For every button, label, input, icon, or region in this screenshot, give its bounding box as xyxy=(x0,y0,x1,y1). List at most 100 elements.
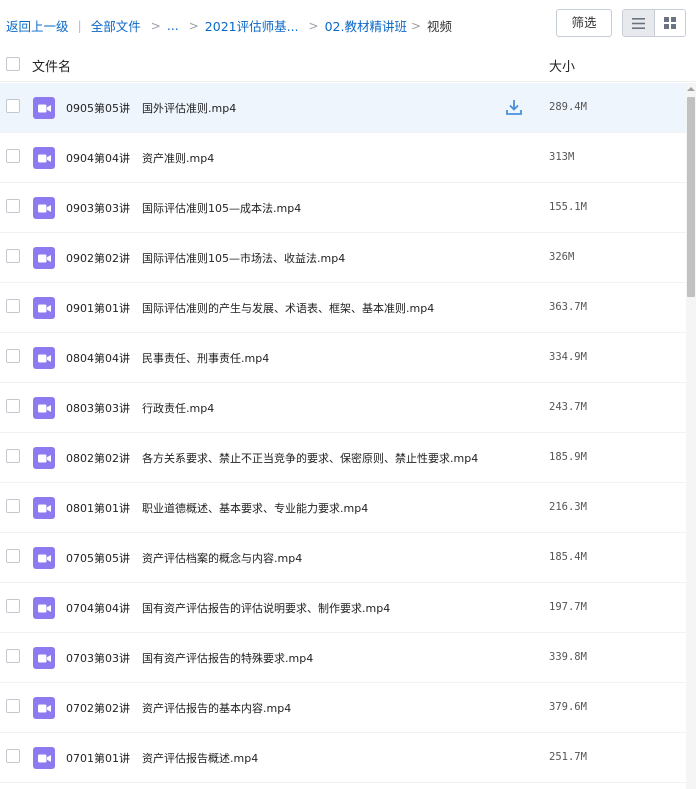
video-file-icon xyxy=(33,347,55,369)
file-lesson-number: 0901第01讲 xyxy=(66,302,130,315)
file-name[interactable]: 0701第01讲 资产评估报告概述.mp4 xyxy=(66,750,258,766)
video-file-icon xyxy=(33,247,55,269)
file-row[interactable]: 0701第01讲 资产评估报告概述.mp4 251.7M xyxy=(0,733,686,783)
file-title: 民事责任、刑事责任.mp4 xyxy=(142,352,270,365)
file-name[interactable]: 0901第01讲 国际评估准则的产生与发展、术语表、框架、基本准则.mp4 xyxy=(66,300,434,316)
row-checkbox[interactable] xyxy=(6,599,20,613)
scrollbar-thumb[interactable] xyxy=(687,97,695,297)
breadcrumb-ellipsis[interactable]: ... xyxy=(167,18,179,33)
row-checkbox[interactable] xyxy=(6,299,20,313)
video-file-icon xyxy=(33,547,55,569)
all-files-link[interactable]: 全部文件 xyxy=(91,16,141,35)
row-checkbox[interactable] xyxy=(6,749,20,763)
file-lesson-number: 0804第04讲 xyxy=(66,352,130,365)
file-title: 国际评估准则105—市场法、收益法.mp4 xyxy=(142,252,346,265)
row-checkbox[interactable] xyxy=(6,449,20,463)
file-row[interactable]: 0801第01讲 职业道德概述、基本要求、专业能力要求.mp4 216.3M xyxy=(0,483,686,533)
file-name[interactable]: 0803第03讲 行政责任.mp4 xyxy=(66,400,214,416)
row-checkbox[interactable] xyxy=(6,349,20,363)
file-lesson-number: 0702第02讲 xyxy=(66,702,130,715)
row-checkbox[interactable] xyxy=(6,549,20,563)
filter-button[interactable]: 筛选 xyxy=(556,9,612,37)
video-file-icon xyxy=(33,297,55,319)
chevron-right-icon: > xyxy=(188,18,199,33)
file-size: 185.4M xyxy=(549,551,587,563)
file-row[interactable]: 0804第04讲 民事责任、刑事责任.mp4 334.9M xyxy=(0,333,686,383)
video-file-icon xyxy=(33,147,55,169)
breadcrumb-folder-level2[interactable]: 02.教材精讲班 xyxy=(325,16,407,35)
file-row[interactable]: 0704第04讲 国有资产评估报告的评估说明要求、制作要求.mp4 197.7M xyxy=(0,583,686,633)
list-view-icon xyxy=(631,17,645,29)
file-title: 国有资产评估报告的评估说明要求、制作要求.mp4 xyxy=(142,602,391,615)
file-row[interactable]: 0705第05讲 资产评估档案的概念与内容.mp4 185.4M xyxy=(0,533,686,583)
file-title: 各方关系要求、禁止不正当竞争的要求、保密原则、禁止性要求.mp4 xyxy=(142,452,479,465)
file-title: 资产评估报告概述.mp4 xyxy=(142,752,259,765)
file-name[interactable]: 0702第02讲 资产评估报告的基本内容.mp4 xyxy=(66,700,291,716)
file-title: 资产准则.mp4 xyxy=(142,152,215,165)
file-name[interactable]: 0705第05讲 资产评估档案的概念与内容.mp4 xyxy=(66,550,302,566)
file-name[interactable]: 0704第04讲 国有资产评估报告的评估说明要求、制作要求.mp4 xyxy=(66,600,390,616)
file-row[interactable]: 0905第05讲 国外评估准则.mp4 289.4M xyxy=(0,83,686,133)
file-title: 国外评估准则.mp4 xyxy=(142,102,237,115)
breadcrumb-folder-level1[interactable]: 2021评估师基... xyxy=(205,16,299,35)
file-name[interactable]: 0904第04讲 资产准则.mp4 xyxy=(66,150,214,166)
row-checkbox[interactable] xyxy=(6,249,20,263)
file-row[interactable]: 0903第03讲 国际评估准则105—成本法.mp4 155.1M xyxy=(0,183,686,233)
row-checkbox[interactable] xyxy=(6,399,20,413)
file-size: 339.8M xyxy=(549,651,587,663)
select-all-checkbox[interactable] xyxy=(6,57,20,71)
file-title: 行政责任.mp4 xyxy=(142,402,215,415)
file-size: 197.7M xyxy=(549,601,587,613)
file-name[interactable]: 0902第02讲 国际评估准则105—市场法、收益法.mp4 xyxy=(66,250,345,266)
file-row[interactable]: 0703第03讲 国有资产评估报告的特殊要求.mp4 339.8M xyxy=(0,633,686,683)
file-name[interactable]: 0905第05讲 国外评估准则.mp4 xyxy=(66,100,236,116)
file-title: 国际评估准则105—成本法.mp4 xyxy=(142,202,302,215)
file-lesson-number: 0801第01讲 xyxy=(66,502,130,515)
download-icon[interactable] xyxy=(505,98,523,116)
row-checkbox[interactable] xyxy=(6,699,20,713)
file-row[interactable]: 0802第02讲 各方关系要求、禁止不正当竞争的要求、保密原则、禁止性要求.mp4… xyxy=(0,433,686,483)
file-row[interactable]: 0702第02讲 资产评估报告的基本内容.mp4 379.6M xyxy=(0,683,686,733)
file-name[interactable]: 0802第02讲 各方关系要求、禁止不正当竞争的要求、保密原则、禁止性要求.mp4 xyxy=(66,450,478,466)
file-name[interactable]: 0804第04讲 民事责任、刑事责任.mp4 xyxy=(66,350,269,366)
file-title: 资产评估档案的概念与内容.mp4 xyxy=(142,552,303,565)
breadcrumb: 返回上一级 | 全部文件 > ... > 2021评估师基... > 02.教材… xyxy=(6,16,452,35)
row-checkbox[interactable] xyxy=(6,149,20,163)
scroll-up-arrow-icon[interactable] xyxy=(686,86,696,94)
video-file-icon xyxy=(33,747,55,769)
file-size: 363.7M xyxy=(549,301,587,313)
file-row[interactable]: 0803第03讲 行政责任.mp4 243.7M xyxy=(0,383,686,433)
back-link[interactable]: 返回上一级 xyxy=(6,16,69,35)
file-lesson-number: 0705第05讲 xyxy=(66,552,130,565)
grid-view-button[interactable] xyxy=(653,10,685,36)
row-checkbox[interactable] xyxy=(6,99,20,113)
file-lesson-number: 0701第01讲 xyxy=(66,752,130,765)
row-checkbox[interactable] xyxy=(6,649,20,663)
file-title: 职业道德概述、基本要求、专业能力要求.mp4 xyxy=(142,502,369,515)
file-lesson-number: 0902第02讲 xyxy=(66,252,130,265)
file-size: 379.6M xyxy=(549,701,587,713)
grid-view-icon xyxy=(663,17,676,29)
scrollbar[interactable] xyxy=(686,83,696,789)
file-list: 0905第05讲 国外评估准则.mp4 289.4M 0904第04讲 资产准则.m… xyxy=(0,83,686,789)
file-size: 185.9M xyxy=(549,451,587,463)
row-checkbox[interactable] xyxy=(6,499,20,513)
video-file-icon xyxy=(33,397,55,419)
column-header-name[interactable]: 文件名 xyxy=(32,56,71,75)
breadcrumb-separator: | xyxy=(77,18,82,33)
list-view-button[interactable] xyxy=(623,10,654,36)
file-row[interactable]: 0902第02讲 国际评估准则105—市场法、收益法.mp4 326M xyxy=(0,233,686,283)
file-name[interactable]: 0703第03讲 国有资产评估报告的特殊要求.mp4 xyxy=(66,650,313,666)
file-row[interactable]: 0901第01讲 国际评估准则的产生与发展、术语表、框架、基本准则.mp4 363… xyxy=(0,283,686,333)
file-size: 243.7M xyxy=(549,401,587,413)
file-row[interactable]: 0904第04讲 资产准则.mp4 313M xyxy=(0,133,686,183)
row-checkbox[interactable] xyxy=(6,199,20,213)
video-file-icon xyxy=(33,597,55,619)
video-file-icon xyxy=(33,197,55,219)
file-name[interactable]: 0903第03讲 国际评估准则105—成本法.mp4 xyxy=(66,200,301,216)
file-lesson-number: 0704第04讲 xyxy=(66,602,130,615)
column-header-size[interactable]: 大小 xyxy=(549,56,575,75)
file-size: 289.4M xyxy=(549,101,587,113)
table-header: 文件名 大小 xyxy=(0,48,696,82)
file-name[interactable]: 0801第01讲 职业道德概述、基本要求、专业能力要求.mp4 xyxy=(66,500,368,516)
